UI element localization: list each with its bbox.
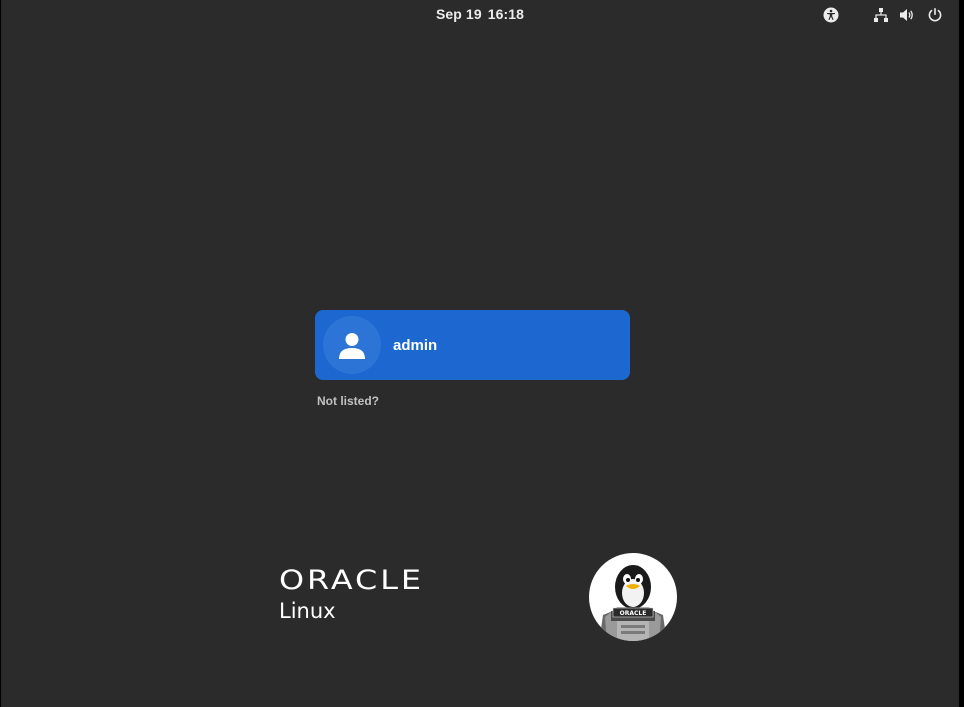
clock-date: Sep 19 — [435, 6, 482, 22]
brand-name: ORACLE — [279, 565, 424, 596]
not-listed-link[interactable]: Not listed? — [317, 394, 379, 408]
login-screen: Sep 19 16:18 admin Not listed? ORACLE Li… — [1, 0, 959, 707]
user-list-item-admin[interactable]: admin — [315, 310, 630, 380]
volume-icon[interactable] — [899, 7, 915, 23]
tux-mascot-icon: ORACLE — [589, 553, 677, 641]
power-icon[interactable] — [927, 7, 943, 23]
user-avatar-icon — [323, 316, 381, 374]
brand-product: Linux — [279, 599, 336, 623]
accessibility-icon[interactable] — [823, 7, 839, 23]
mascot-badge-text: ORACLE — [620, 610, 647, 617]
network-wired-icon[interactable] — [873, 7, 889, 23]
clock-time: 16:18 — [487, 6, 525, 22]
user-name: admin — [393, 337, 438, 354]
clock[interactable]: Sep 19 16:18 — [1, 6, 959, 22]
top-bar: Sep 19 16:18 — [1, 0, 959, 30]
oracle-linux-logo: ORACLE Linux — [279, 567, 459, 627]
